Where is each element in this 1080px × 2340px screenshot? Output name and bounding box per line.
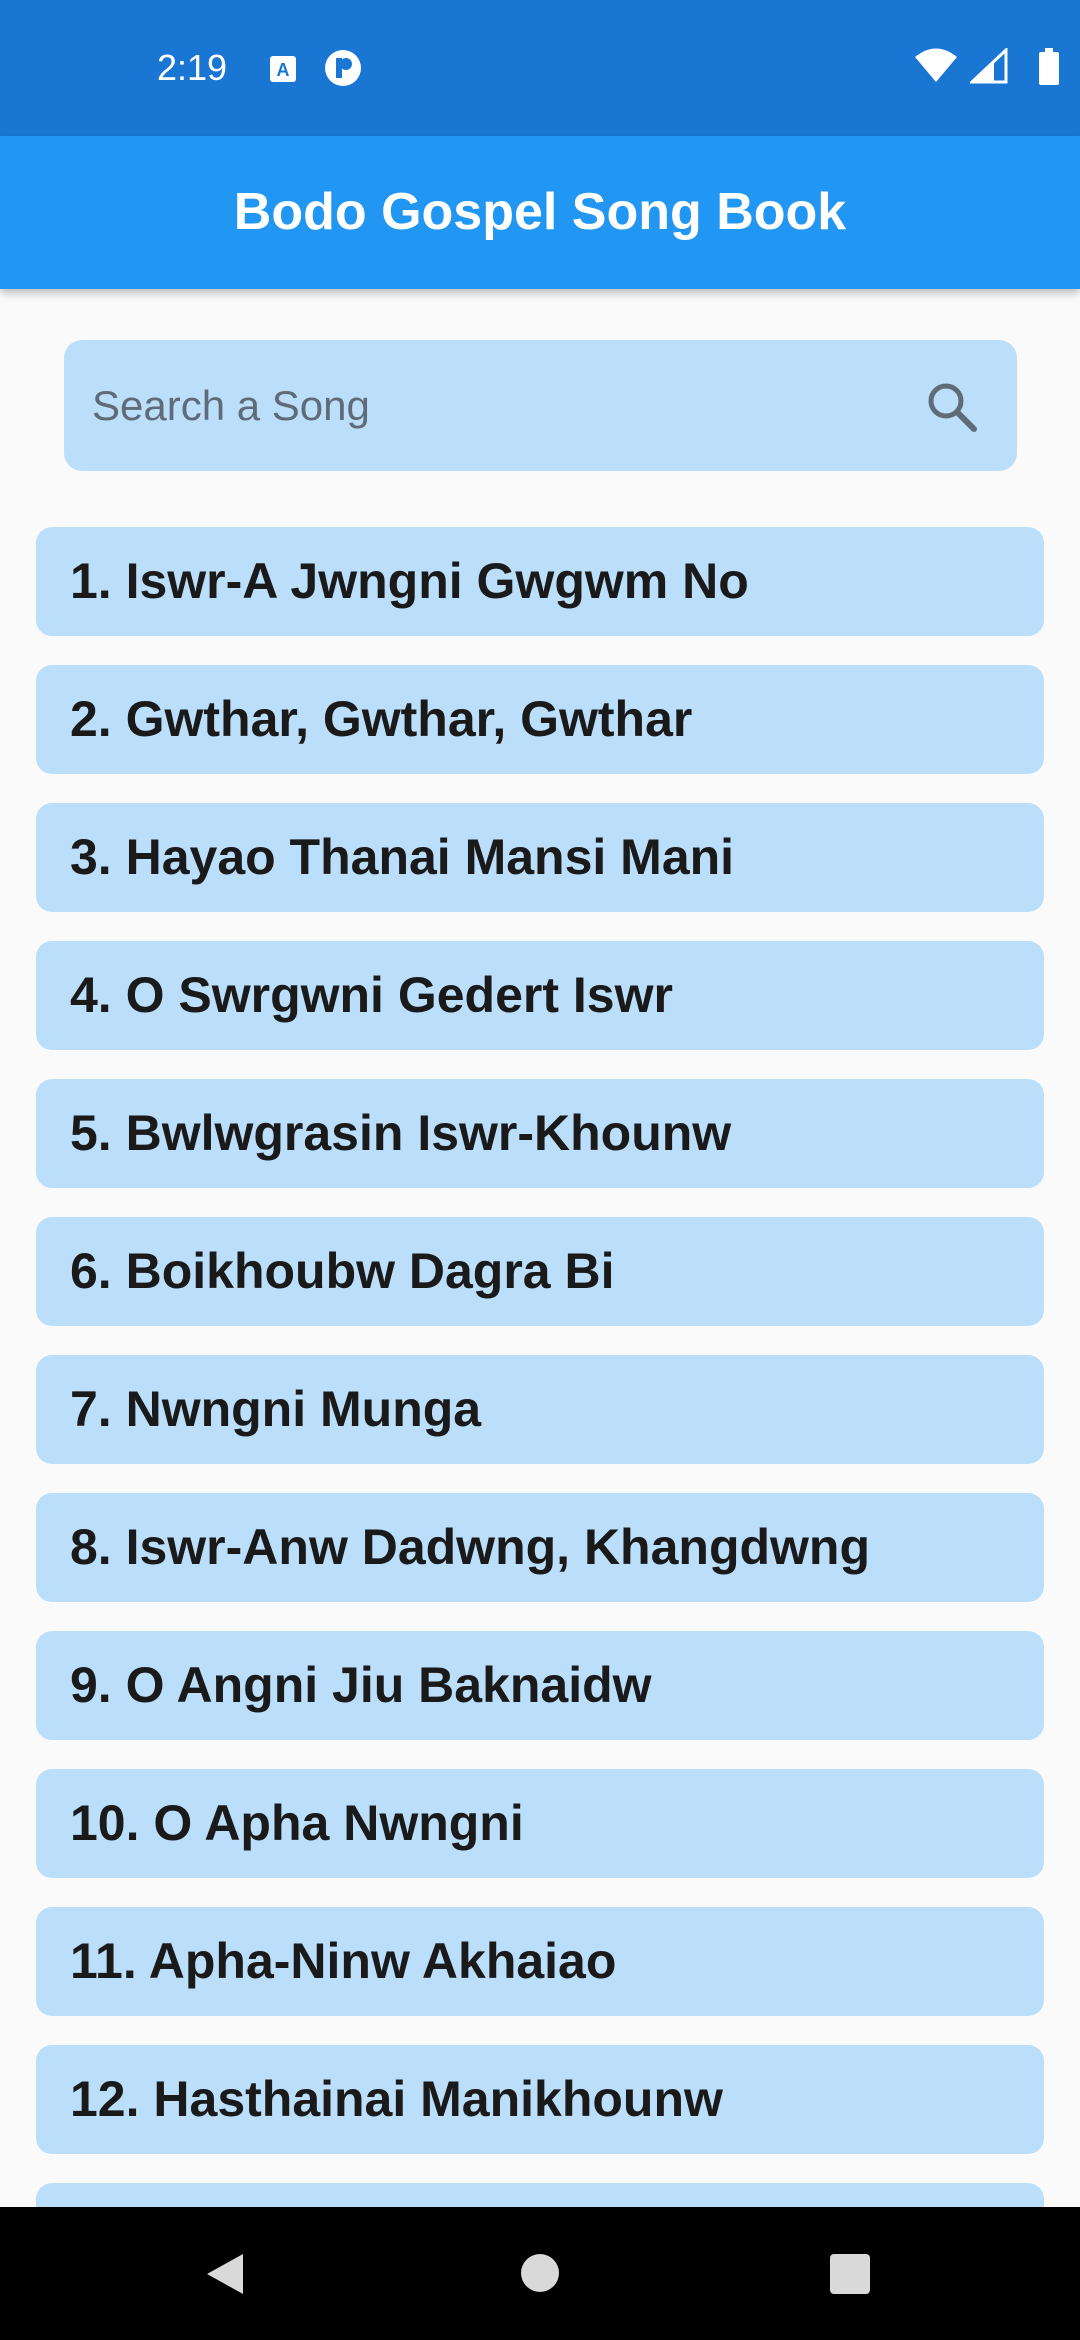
recents-icon[interactable] bbox=[829, 2253, 871, 2295]
song-list: 1. Iswr-A Jwngni Gwgwm No 2. Gwthar, Gwt… bbox=[36, 527, 1044, 2207]
song-item-10[interactable]: 10. O Apha Nwngni bbox=[36, 1769, 1044, 1878]
p-circle-icon bbox=[325, 50, 361, 86]
song-title: 6. Boikhoubw Dagra Bi bbox=[70, 1243, 615, 1299]
song-item-11[interactable]: 11. Apha-Ninw Akhaiao bbox=[36, 1907, 1044, 2016]
song-title: 2. Gwthar, Gwthar, Gwthar bbox=[70, 691, 693, 747]
song-title: 4. O Swrgwni Gedert Iswr bbox=[70, 967, 673, 1023]
app-bar: Bodo Gospel Song Book bbox=[0, 136, 1080, 289]
signal-icon bbox=[970, 48, 1008, 84]
song-item-6[interactable]: 6. Boikhoubw Dagra Bi bbox=[36, 1217, 1044, 1326]
navigation-bar bbox=[0, 2207, 1080, 2340]
song-title: 10. O Apha Nwngni bbox=[70, 1795, 524, 1851]
song-title: 8. Iswr-Anw Dadwng, Khangdwng bbox=[70, 1519, 870, 1575]
status-bar: 2:19 A bbox=[0, 0, 1080, 136]
song-item-1[interactable]: 1. Iswr-A Jwngni Gwgwm No bbox=[36, 527, 1044, 636]
search-input[interactable]: Search a Song bbox=[64, 340, 1017, 471]
song-item-12[interactable]: 12. Hasthainai Manikhounw bbox=[36, 2045, 1044, 2154]
song-title: 9. O Angni Jiu Baknaidw bbox=[70, 1657, 652, 1713]
song-item-3[interactable]: 3. Hayao Thanai Mansi Mani bbox=[36, 803, 1044, 912]
song-title: 12. Hasthainai Manikhounw bbox=[70, 2071, 723, 2127]
search-placeholder: Search a Song bbox=[92, 382, 370, 429]
song-title: 5. Bwlwgrasin Iswr-Khounw bbox=[70, 1105, 732, 1161]
song-item-5[interactable]: 5. Bwlwgrasin Iswr-Khounw bbox=[36, 1079, 1044, 1188]
status-time: 2:19 bbox=[157, 47, 228, 88]
song-item-8[interactable]: 8. Iswr-Anw Dadwng, Khangdwng bbox=[36, 1493, 1044, 1602]
svg-text:A: A bbox=[277, 60, 290, 80]
song-title: 11. Apha-Ninw Akhaiao bbox=[70, 1933, 617, 1989]
main-content: Search a Song 1. Iswr-A Jwngni Gwgwm No … bbox=[0, 289, 1080, 2207]
wifi-icon bbox=[915, 48, 957, 82]
back-icon[interactable] bbox=[203, 2251, 247, 2297]
song-item-9[interactable]: 9. O Angni Jiu Baknaidw bbox=[36, 1631, 1044, 1740]
song-item-2[interactable]: 2. Gwthar, Gwthar, Gwthar bbox=[36, 665, 1044, 774]
app-title: Bodo Gospel Song Book bbox=[233, 183, 847, 241]
text-a-icon: A bbox=[270, 56, 296, 82]
battery-icon bbox=[1039, 48, 1059, 85]
song-item-13[interactable] bbox=[36, 2183, 1044, 2207]
search-icon[interactable] bbox=[925, 380, 979, 434]
home-icon[interactable] bbox=[520, 2253, 560, 2293]
song-item-7[interactable]: 7. Nwngni Munga bbox=[36, 1355, 1044, 1464]
song-title: 1. Iswr-A Jwngni Gwgwm No bbox=[70, 553, 749, 609]
song-title: 7. Nwngni Munga bbox=[70, 1381, 482, 1437]
song-item-4[interactable]: 4. O Swrgwni Gedert Iswr bbox=[36, 941, 1044, 1050]
song-title: 3. Hayao Thanai Mansi Mani bbox=[70, 829, 735, 885]
